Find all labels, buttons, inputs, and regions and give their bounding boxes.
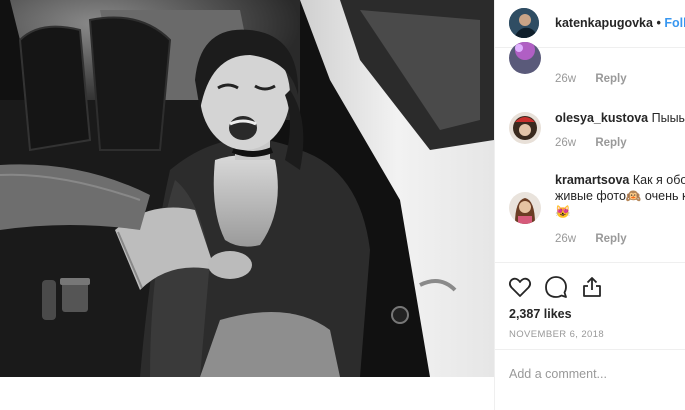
author-avatar-image [509,8,539,38]
reply-button[interactable]: Reply [595,137,626,149]
add-comment-bar: Add a comment... [495,349,685,410]
comment-username[interactable]: kramartsova [555,173,629,187]
commenter-avatar-image [509,42,541,74]
post-author: katenkapugovka • Follo [555,16,685,30]
comment-body: Как я обо [632,173,685,187]
post-date[interactable]: NOVEMBER 6, 2018 [509,329,604,340]
comment-age[interactable]: 26w [555,73,576,85]
instagram-post-view: katenkapugovka • Follo 26w Reply [0,0,685,410]
share-icon[interactable] [580,275,604,299]
author-username[interactable]: katenkapugovka [555,16,653,30]
post-header: katenkapugovka • Follo [495,0,685,48]
header-separator: • [656,16,661,30]
author-avatar[interactable] [509,8,539,38]
reply-button[interactable]: Reply [595,73,626,85]
add-comment-input[interactable]: Add a comment... [509,367,607,381]
comment-meta: 26w Reply [555,233,627,245]
photo-illustration [0,0,494,377]
follow-button[interactable]: Follo [664,16,685,30]
comment-meta: 26w Reply [555,137,627,149]
comment-text-line: живые фото🙉 очень к [555,189,685,203]
comment-body: Пыыыы [651,111,685,125]
commenter-avatar[interactable] [509,112,541,144]
comment-age[interactable]: 26w [555,233,576,245]
comment-text-line: 😻 [555,205,571,219]
comment-icon[interactable] [544,275,568,299]
heart-icon[interactable] [508,275,532,299]
comment-text: kramartsova Как я обо [555,172,685,188]
comment-age[interactable]: 26w [555,137,576,149]
reply-button[interactable]: Reply [595,233,626,245]
comment-meta: 26w Reply [555,73,627,85]
commenter-avatar[interactable] [509,42,541,74]
commenter-avatar-image [509,112,541,144]
post-photo[interactable] [0,0,494,377]
likes-count[interactable]: 2,387 likes [509,307,572,321]
commenter-avatar[interactable] [509,192,541,224]
post-side-panel: katenkapugovka • Follo 26w Reply [494,0,685,410]
comment-text: olesya_kustova Пыыыы [555,110,685,126]
commenter-avatar-image [509,192,541,224]
comment-username[interactable]: olesya_kustova [555,111,648,125]
